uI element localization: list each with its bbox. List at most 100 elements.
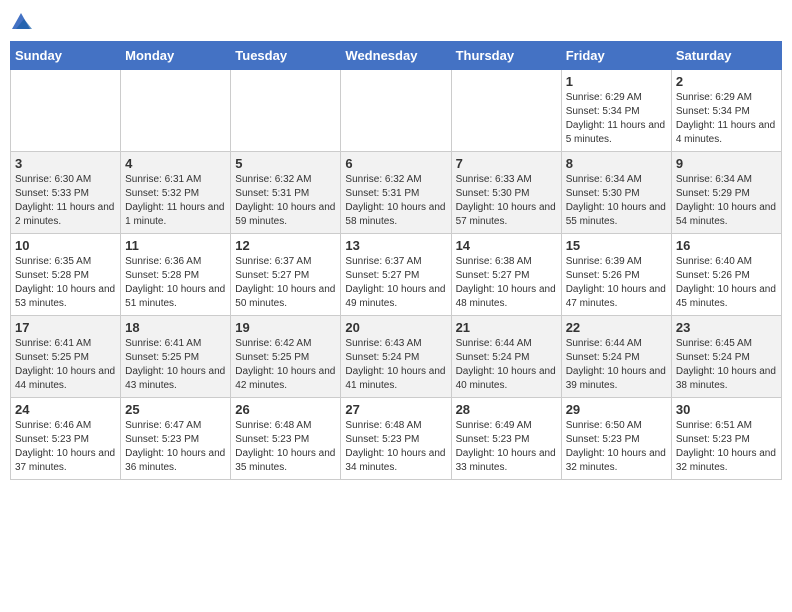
day-info: Sunrise: 6:42 AM Sunset: 5:25 PM Dayligh…	[235, 337, 336, 393]
day-info: Sunrise: 6:33 AM Sunset: 5:30 PM Dayligh…	[456, 173, 557, 229]
day-number: 29	[566, 402, 667, 417]
logo	[10, 10, 34, 33]
day-number: 21	[456, 320, 557, 335]
calendar-cell: 6 Sunrise: 6:32 AM Sunset: 5:31 PM Daylig…	[341, 152, 451, 234]
day-info: Sunrise: 6:48 AM Sunset: 5:23 PM Dayligh…	[235, 419, 336, 475]
day-number: 8	[566, 156, 667, 171]
day-info: Sunrise: 6:36 AM Sunset: 5:28 PM Dayligh…	[125, 255, 226, 311]
day-number: 7	[456, 156, 557, 171]
calendar-body: 1 Sunrise: 6:29 AM Sunset: 5:34 PM Daylig…	[11, 70, 782, 480]
week-row-0: 1 Sunrise: 6:29 AM Sunset: 5:34 PM Daylig…	[11, 70, 782, 152]
day-number: 22	[566, 320, 667, 335]
calendar-cell: 1 Sunrise: 6:29 AM Sunset: 5:34 PM Daylig…	[561, 70, 671, 152]
calendar-cell: 19 Sunrise: 6:42 AM Sunset: 5:25 PM Dayli…	[231, 316, 341, 398]
calendar-cell	[11, 70, 121, 152]
day-info: Sunrise: 6:51 AM Sunset: 5:23 PM Dayligh…	[676, 419, 777, 475]
week-row-2: 10Sunrise: 6:35 AM Sunset: 5:28 PM Dayli…	[11, 234, 782, 316]
day-info: Sunrise: 6:50 AM Sunset: 5:23 PM Dayligh…	[566, 419, 667, 475]
day-number: 23	[676, 320, 777, 335]
day-info: Sunrise: 6:32 AM Sunset: 5:31 PM Dayligh…	[345, 173, 446, 229]
week-row-4: 24 Sunrise: 6:46 AM Sunset: 5:23 PM Dayli…	[11, 398, 782, 480]
day-number: 26	[235, 402, 336, 417]
calendar-cell: 24 Sunrise: 6:46 AM Sunset: 5:23 PM Dayli…	[11, 398, 121, 480]
calendar-cell	[231, 70, 341, 152]
calendar-cell: 20 Sunrise: 6:43 AM Sunset: 5:24 PM Dayli…	[341, 316, 451, 398]
day-number: 9	[676, 156, 777, 171]
day-number: 28	[456, 402, 557, 417]
day-number: 4	[125, 156, 226, 171]
day-info: Sunrise: 6:45 AM Sunset: 5:24 PM Dayligh…	[676, 337, 777, 393]
calendar-table: SundayMondayTuesdayWednesdayThursdayFrid…	[10, 41, 782, 480]
calendar-cell: 10Sunrise: 6:35 AM Sunset: 5:28 PM Dayli…	[11, 234, 121, 316]
day-info: Sunrise: 6:40 AM Sunset: 5:26 PM Dayligh…	[676, 255, 777, 311]
day-number: 14	[456, 238, 557, 253]
day-number: 20	[345, 320, 446, 335]
day-info: Sunrise: 6:31 AM Sunset: 5:32 PM Dayligh…	[125, 173, 226, 229]
calendar-cell: 15 Sunrise: 6:39 AM Sunset: 5:26 PM Dayli…	[561, 234, 671, 316]
calendar-cell: 17 Sunrise: 6:41 AM Sunset: 5:25 PM Dayli…	[11, 316, 121, 398]
day-info: Sunrise: 6:37 AM Sunset: 5:27 PM Dayligh…	[345, 255, 446, 311]
calendar-cell: 25 Sunrise: 6:47 AM Sunset: 5:23 PM Dayli…	[121, 398, 231, 480]
calendar-cell: 21 Sunrise: 6:44 AM Sunset: 5:24 PM Dayli…	[451, 316, 561, 398]
day-info: Sunrise: 6:48 AM Sunset: 5:23 PM Dayligh…	[345, 419, 446, 475]
calendar-cell: 11Sunrise: 6:36 AM Sunset: 5:28 PM Dayli…	[121, 234, 231, 316]
calendar-cell: 23 Sunrise: 6:45 AM Sunset: 5:24 PM Dayli…	[671, 316, 781, 398]
day-info: Sunrise: 6:49 AM Sunset: 5:23 PM Dayligh…	[456, 419, 557, 475]
calendar-cell: 13Sunrise: 6:37 AM Sunset: 5:27 PM Dayli…	[341, 234, 451, 316]
day-number: 17	[15, 320, 116, 335]
day-number: 25	[125, 402, 226, 417]
calendar-cell: 22 Sunrise: 6:44 AM Sunset: 5:24 PM Dayli…	[561, 316, 671, 398]
calendar-cell: 12Sunrise: 6:37 AM Sunset: 5:27 PM Dayli…	[231, 234, 341, 316]
day-number: 16	[676, 238, 777, 253]
day-info: Sunrise: 6:46 AM Sunset: 5:23 PM Dayligh…	[15, 419, 116, 475]
day-info: Sunrise: 6:47 AM Sunset: 5:23 PM Dayligh…	[125, 419, 226, 475]
day-info: Sunrise: 6:30 AM Sunset: 5:33 PM Dayligh…	[15, 173, 116, 229]
calendar-cell: 29 Sunrise: 6:50 AM Sunset: 5:23 PM Dayli…	[561, 398, 671, 480]
day-info: Sunrise: 6:29 AM Sunset: 5:34 PM Dayligh…	[676, 91, 777, 147]
calendar-cell: 2 Sunrise: 6:29 AM Sunset: 5:34 PM Daylig…	[671, 70, 781, 152]
day-info: Sunrise: 6:44 AM Sunset: 5:24 PM Dayligh…	[566, 337, 667, 393]
header-day-thursday: Thursday	[451, 42, 561, 70]
day-number: 3	[15, 156, 116, 171]
day-number: 30	[676, 402, 777, 417]
calendar-cell: 8 Sunrise: 6:34 AM Sunset: 5:30 PM Daylig…	[561, 152, 671, 234]
calendar-header: SundayMondayTuesdayWednesdayThursdayFrid…	[11, 42, 782, 70]
calendar-cell: 26 Sunrise: 6:48 AM Sunset: 5:23 PM Dayli…	[231, 398, 341, 480]
day-info: Sunrise: 6:29 AM Sunset: 5:34 PM Dayligh…	[566, 91, 667, 147]
day-number: 27	[345, 402, 446, 417]
day-info: Sunrise: 6:41 AM Sunset: 5:25 PM Dayligh…	[125, 337, 226, 393]
day-number: 15	[566, 238, 667, 253]
day-number: 18	[125, 320, 226, 335]
day-number: 2	[676, 74, 777, 89]
calendar-cell	[451, 70, 561, 152]
day-info: Sunrise: 6:41 AM Sunset: 5:25 PM Dayligh…	[15, 337, 116, 393]
day-info: Sunrise: 6:39 AM Sunset: 5:26 PM Dayligh…	[566, 255, 667, 311]
logo-icon	[10, 11, 32, 33]
header-day-wednesday: Wednesday	[341, 42, 451, 70]
calendar-cell: 27 Sunrise: 6:48 AM Sunset: 5:23 PM Dayli…	[341, 398, 451, 480]
day-info: Sunrise: 6:34 AM Sunset: 5:30 PM Dayligh…	[566, 173, 667, 229]
day-info: Sunrise: 6:38 AM Sunset: 5:27 PM Dayligh…	[456, 255, 557, 311]
calendar-cell: 3 Sunrise: 6:30 AM Sunset: 5:33 PM Daylig…	[11, 152, 121, 234]
day-number: 1	[566, 74, 667, 89]
week-row-1: 3 Sunrise: 6:30 AM Sunset: 5:33 PM Daylig…	[11, 152, 782, 234]
day-info: Sunrise: 6:44 AM Sunset: 5:24 PM Dayligh…	[456, 337, 557, 393]
page-header	[10, 10, 782, 33]
day-number: 24	[15, 402, 116, 417]
header-day-tuesday: Tuesday	[231, 42, 341, 70]
week-row-3: 17 Sunrise: 6:41 AM Sunset: 5:25 PM Dayli…	[11, 316, 782, 398]
day-info: Sunrise: 6:34 AM Sunset: 5:29 PM Dayligh…	[676, 173, 777, 229]
header-day-saturday: Saturday	[671, 42, 781, 70]
calendar-cell: 30 Sunrise: 6:51 AM Sunset: 5:23 PM Dayli…	[671, 398, 781, 480]
calendar-cell: 4 Sunrise: 6:31 AM Sunset: 5:32 PM Daylig…	[121, 152, 231, 234]
calendar-cell: 16 Sunrise: 6:40 AM Sunset: 5:26 PM Dayli…	[671, 234, 781, 316]
day-number: 10	[15, 238, 116, 253]
day-info: Sunrise: 6:43 AM Sunset: 5:24 PM Dayligh…	[345, 337, 446, 393]
calendar-cell: 14 Sunrise: 6:38 AM Sunset: 5:27 PM Dayli…	[451, 234, 561, 316]
day-number: 6	[345, 156, 446, 171]
calendar-cell	[341, 70, 451, 152]
day-number: 19	[235, 320, 336, 335]
calendar-cell: 28 Sunrise: 6:49 AM Sunset: 5:23 PM Dayli…	[451, 398, 561, 480]
header-day-friday: Friday	[561, 42, 671, 70]
day-info: Sunrise: 6:37 AM Sunset: 5:27 PM Dayligh…	[235, 255, 336, 311]
